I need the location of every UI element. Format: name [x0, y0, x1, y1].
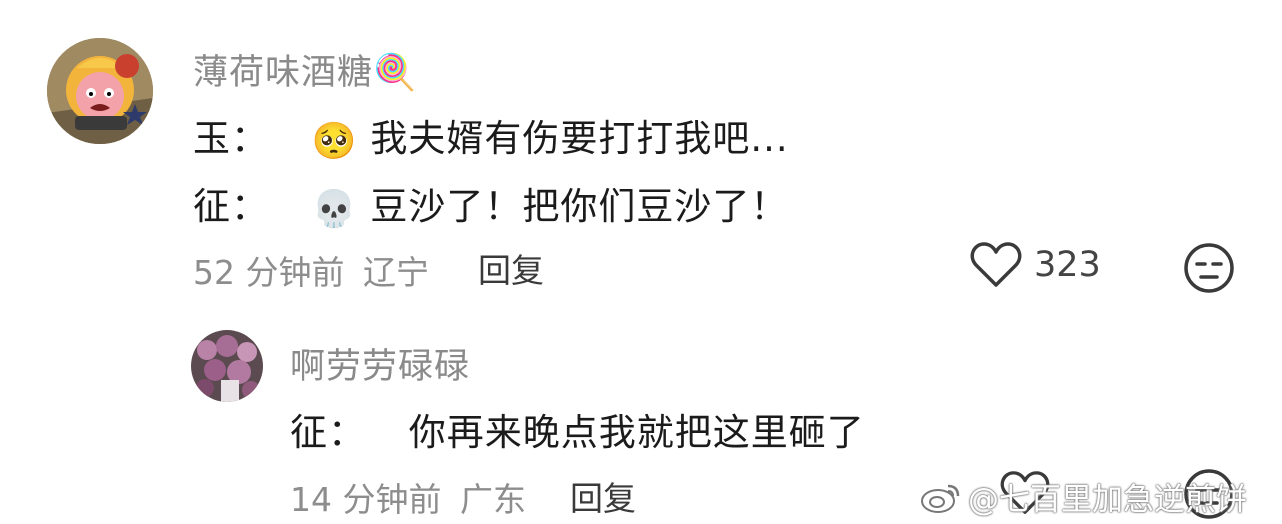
timestamp: 14 分钟前 — [290, 480, 442, 519]
comment-text: 豆沙了！把你们豆沙了！ — [370, 185, 789, 228]
speaker-label: 玉： — [193, 117, 269, 160]
unamused-face-icon — [1184, 243, 1234, 293]
weibo-logo-icon — [921, 484, 960, 513]
timestamp: 52 分钟前 — [193, 253, 345, 292]
avatar[interactable] — [47, 38, 153, 144]
avatar-image — [47, 38, 153, 144]
username[interactable]: 啊劳劳碌碌 — [290, 338, 470, 389]
avatar[interactable] — [191, 330, 263, 402]
comment-text: 我夫婿有伤要打打我吧... — [370, 117, 789, 160]
comment-line: 征： 💀 豆沙了！把你们豆沙了！ — [193, 176, 788, 230]
speaker-label: 征： — [193, 185, 269, 228]
watermark-text: @七百里加急逆煎饼 — [968, 482, 1247, 518]
pleading-face-emoji: 🥺 — [311, 120, 358, 162]
speaker-label: 征： — [290, 411, 366, 454]
reply-button[interactable]: 回复 — [478, 244, 544, 292]
dislike-button[interactable] — [1183, 242, 1235, 298]
username[interactable]: 薄荷味酒糖🍭 — [193, 44, 418, 95]
comment-line: 征： 你再来晚点我就把这里砸了 — [290, 402, 865, 456]
like-count: 323 — [1034, 245, 1101, 285]
comment-meta: 14 分钟前 广东 — [290, 473, 526, 521]
comment-line: 玉： 🥺 我夫婿有伤要打打我吧... — [193, 108, 789, 162]
like-button[interactable]: 323 — [970, 241, 1101, 289]
skull-emoji: 💀 — [311, 188, 358, 230]
reply-button[interactable]: 回复 — [570, 472, 636, 520]
watermark: @七百里加急逆煎饼 — [920, 474, 1247, 519]
avatar-image — [191, 330, 263, 402]
location: 广东 — [459, 480, 526, 519]
heart-icon — [970, 242, 1022, 287]
comment-text: 你再来晚点我就把这里砸了 — [408, 411, 865, 454]
location: 辽宁 — [362, 253, 429, 292]
comment-meta: 52 分钟前 辽宁 — [193, 246, 429, 294]
